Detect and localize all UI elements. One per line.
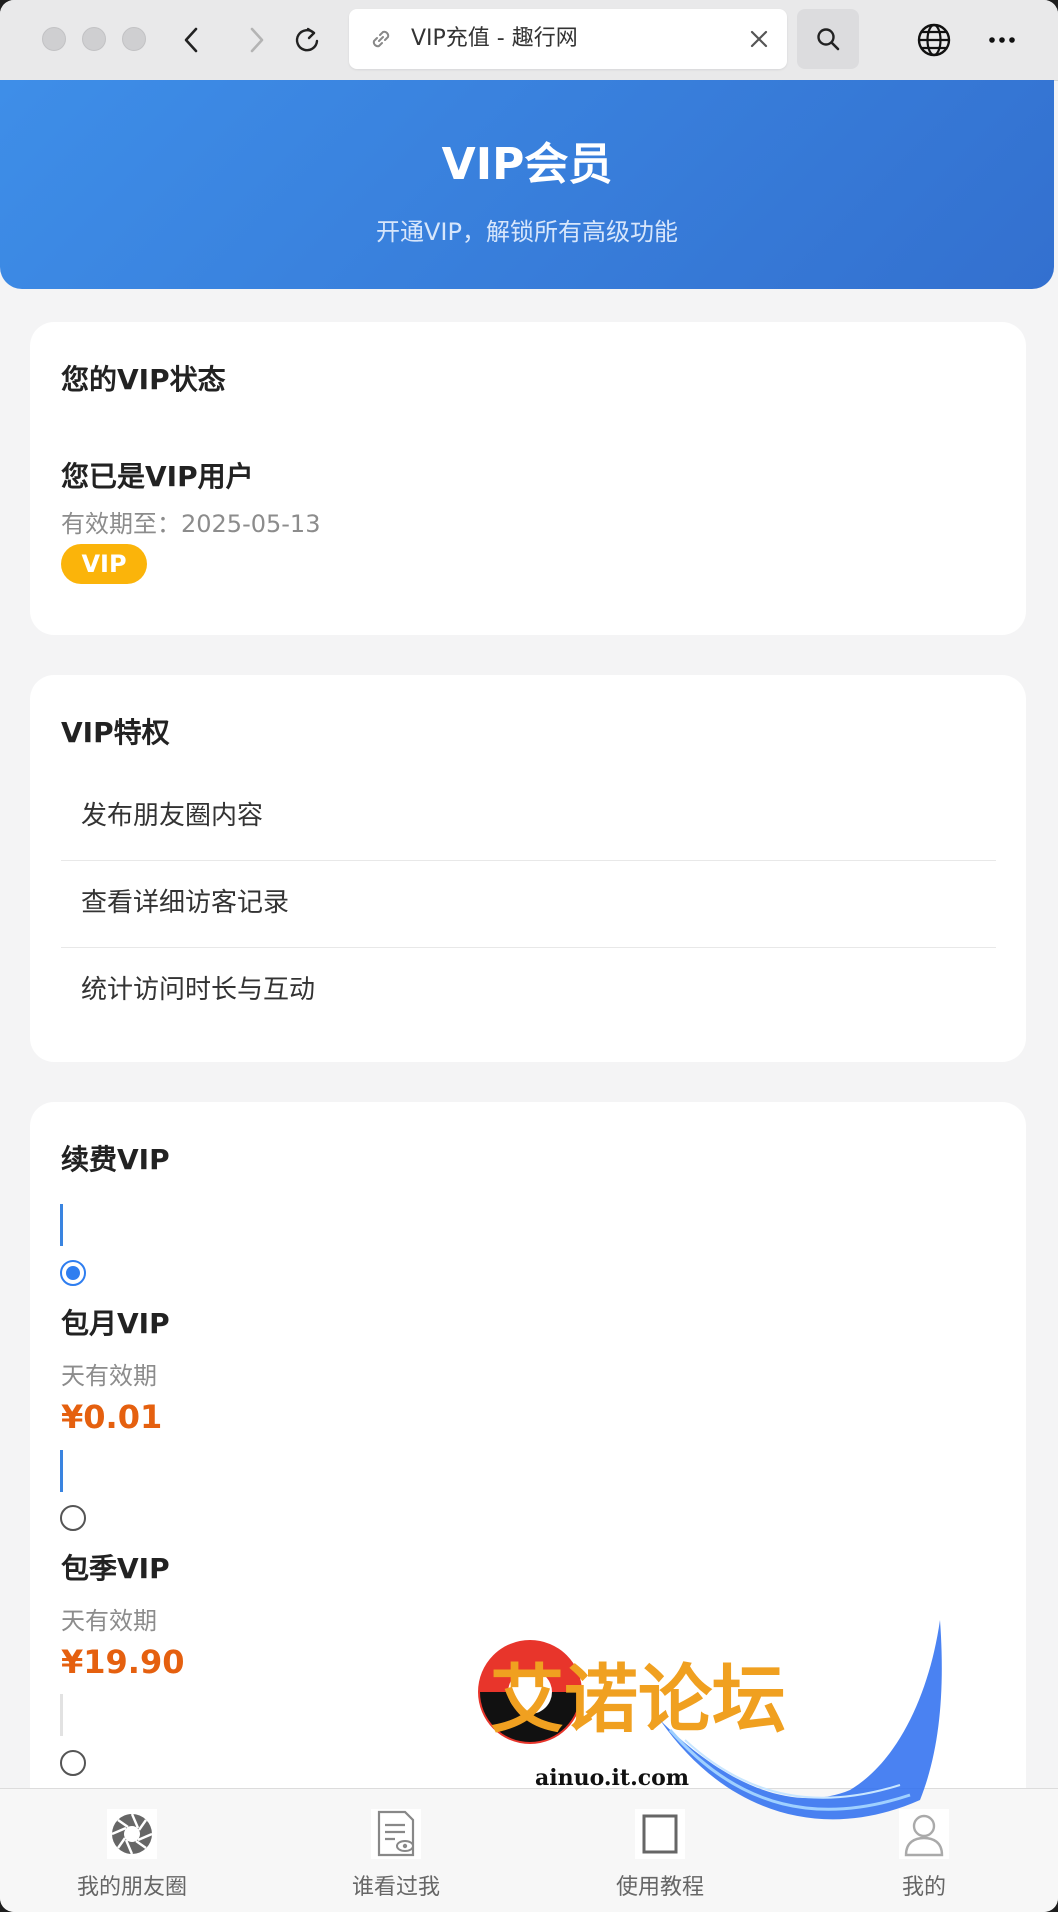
status-card-title: 您的VIP状态 xyxy=(61,363,226,396)
plan-desc: 天有效期 xyxy=(61,1607,157,1635)
back-button[interactable] xyxy=(172,18,212,62)
nav-label: 使用教程 xyxy=(615,1875,704,1900)
nav-tutorial[interactable]: 使用教程 xyxy=(570,1809,750,1901)
bottom-nav: 我的朋友圈 谁看过我 使用教程 我的 xyxy=(0,1788,1058,1912)
privilege-item: 查看详细访客记录 xyxy=(81,888,290,918)
renew-vip-card: 续费VIP 包月VIP 天有效期 ¥0.01 包季VIP 天有效期 ¥19.90 xyxy=(30,1102,1026,1822)
renew-card-title: 续费VIP xyxy=(61,1143,170,1176)
privilege-item: 统计访问时长与互动 xyxy=(81,975,316,1005)
document-eye-icon xyxy=(371,1809,421,1859)
search-icon xyxy=(817,28,840,51)
plan-name[interactable]: 包季VIP xyxy=(61,1547,170,1587)
plan-accent-bar xyxy=(60,1694,63,1736)
user-icon xyxy=(899,1809,949,1859)
globe-icon[interactable] xyxy=(914,20,954,60)
link-icon xyxy=(372,30,390,48)
tab-title: VIP充值 - 趣行网 xyxy=(411,26,578,51)
chevron-left-icon xyxy=(184,27,198,53)
chevron-right-icon xyxy=(250,27,264,53)
plan-price: ¥19.90 xyxy=(61,1643,185,1681)
status-expiry: 有效期至：2025-05-13 xyxy=(61,510,321,538)
browser-window: VIP充值 - 趣行网 VIP会员 开通VIP，解锁所有高级功能 您的VIP状态… xyxy=(0,0,1058,1912)
search-button[interactable] xyxy=(797,9,859,69)
page-title: VIP会员 xyxy=(441,139,613,190)
close-window-button[interactable] xyxy=(42,27,66,51)
nav-label: 谁看过我 xyxy=(351,1875,440,1900)
nav-my-moments[interactable]: 我的朋友圈 xyxy=(42,1809,222,1901)
privileges-card-title: VIP特权 xyxy=(61,716,170,749)
nav-label: 我的 xyxy=(901,1875,946,1900)
nav-who-viewed-me[interactable]: 谁看过我 xyxy=(306,1809,486,1901)
close-icon[interactable] xyxy=(745,25,773,53)
vip-status-card: 您的VIP状态 您已是VIP用户 有效期至：2025-05-13 VIP xyxy=(30,322,1026,635)
more-icon[interactable] xyxy=(982,20,1022,60)
reload-icon xyxy=(295,27,319,52)
plan-accent-bar xyxy=(60,1450,63,1492)
plan-monthly-radio[interactable] xyxy=(60,1260,86,1286)
nav-label: 我的朋友圈 xyxy=(76,1875,187,1900)
active-tab[interactable]: VIP充值 - 趣行网 xyxy=(349,9,787,69)
browser-toolbar: VIP充值 - 趣行网 xyxy=(0,0,1058,81)
camera-shutter-icon xyxy=(107,1809,157,1859)
vip-privileges-card: VIP特权 发布朋友圈内容 查看详细访客记录 统计访问时长与互动 xyxy=(30,675,1026,1062)
vip-badge: VIP xyxy=(61,544,147,584)
minimize-window-button[interactable] xyxy=(82,27,106,51)
reload-button[interactable] xyxy=(287,18,327,62)
vip-header: VIP会员 开通VIP，解锁所有高级功能 xyxy=(0,80,1054,289)
forward-button[interactable] xyxy=(236,18,276,62)
plan-price: ¥0.01 xyxy=(61,1398,163,1436)
plan-name[interactable]: 包月VIP xyxy=(61,1302,170,1342)
plan-quarterly-radio[interactable] xyxy=(60,1505,86,1531)
privilege-item: 发布朋友圈内容 xyxy=(81,801,264,831)
status-heading: 您已是VIP用户 xyxy=(61,460,254,493)
zoom-window-button[interactable] xyxy=(122,27,146,51)
page-subtitle: 开通VIP，解锁所有高级功能 xyxy=(376,218,678,246)
plan-desc: 天有效期 xyxy=(61,1362,157,1390)
plan-third-radio[interactable] xyxy=(60,1750,86,1776)
plan-accent-bar xyxy=(60,1204,63,1246)
tutorial-icon xyxy=(635,1809,685,1859)
nav-me[interactable]: 我的 xyxy=(834,1809,1014,1901)
